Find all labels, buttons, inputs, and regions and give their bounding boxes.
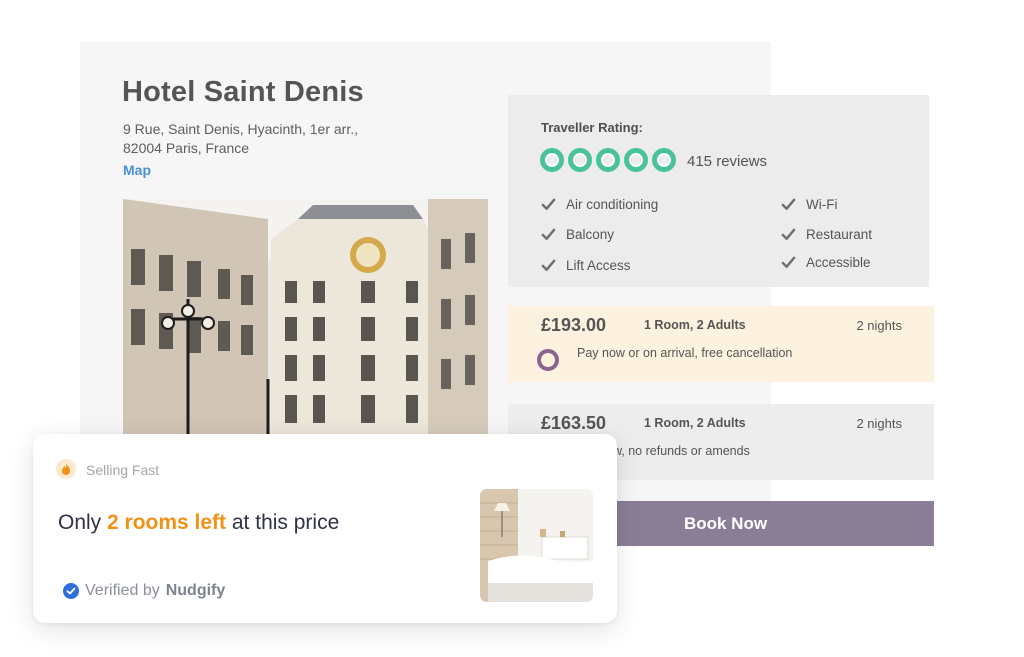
rating-label: Traveller Rating: — [541, 120, 643, 135]
rating-circle-icon — [652, 148, 676, 172]
hotel-photo — [123, 199, 488, 435]
checkmark-icon — [781, 228, 796, 240]
address-line-1: 9 Rue, Saint Denis, Hyacinth, 1er arr., — [123, 121, 358, 137]
hotel-name: Hotel Saint Denis — [122, 76, 364, 108]
checkmark-icon — [541, 259, 556, 271]
rating-circles — [540, 148, 676, 172]
nudge-msg-suffix: at this price — [226, 511, 340, 534]
amenity-item: Accessible — [781, 255, 871, 270]
amenity-label: Air conditioning — [566, 197, 659, 212]
verified-prefix: Verified by — [85, 582, 160, 599]
option-price: £193.00 — [541, 315, 607, 335]
option-note: Pay now or on arrival, free cancellation — [577, 346, 793, 360]
amenity-label: Wi-Fi — [806, 197, 838, 212]
option-price: £163.50 — [541, 413, 607, 433]
amenity-item: Lift Access — [541, 258, 631, 273]
amenity-label: Accessible — [806, 255, 871, 270]
rating-circle-icon — [596, 148, 620, 172]
nudge-msg-prefix: Only — [58, 511, 108, 534]
option-radio[interactable] — [537, 349, 559, 371]
address-line-2: 82004 Paris, France — [123, 140, 250, 156]
amenity-label: Lift Access — [566, 258, 631, 273]
flame-icon — [56, 459, 76, 479]
amenity-item: Air conditioning — [541, 197, 658, 212]
room-thumbnail — [480, 489, 593, 602]
option-note: ow, no refunds or amends — [606, 444, 750, 458]
amenity-item: Wi-Fi — [781, 197, 837, 212]
hotel-address: 9 Rue, Saint Denis, Hyacinth, 1er arr., … — [123, 120, 423, 158]
nudge-tag: Selling Fast — [86, 462, 160, 478]
amenity-item: Balcony — [541, 227, 614, 242]
nudge-message: Only 2 rooms left at this price — [58, 511, 339, 535]
room-option-1[interactable]: £193.00 1 Room, 2 Adults 2 nights Pay no… — [508, 306, 934, 382]
verified-check-icon — [63, 583, 79, 599]
verified-badge: Verified by Nudgify — [63, 582, 225, 600]
nudge-msg-highlight: 2 rooms left — [107, 511, 227, 534]
option-nights: 2 nights — [856, 318, 902, 333]
rating-circle-icon — [624, 148, 648, 172]
checkmark-icon — [781, 198, 796, 210]
rating-circle-icon — [568, 148, 592, 172]
option-nights: 2 nights — [856, 416, 902, 431]
checkmark-icon — [781, 256, 796, 268]
map-link[interactable]: Map — [123, 162, 151, 178]
amenity-item: Restaurant — [781, 227, 872, 242]
review-count: 415 reviews — [687, 153, 768, 170]
amenity-label: Balcony — [566, 227, 615, 242]
option-rooms: 1 Room, 2 Adults — [644, 318, 746, 332]
amenity-label: Restaurant — [806, 227, 873, 242]
option-rooms: 1 Room, 2 Adults — [644, 416, 746, 430]
rating-circle-icon — [540, 148, 564, 172]
brand-name: Nudgify — [165, 582, 226, 599]
checkmark-icon — [541, 228, 556, 240]
nudge-popup: Selling Fast Only 2 rooms left at this p… — [33, 434, 617, 623]
checkmark-icon — [541, 198, 556, 210]
